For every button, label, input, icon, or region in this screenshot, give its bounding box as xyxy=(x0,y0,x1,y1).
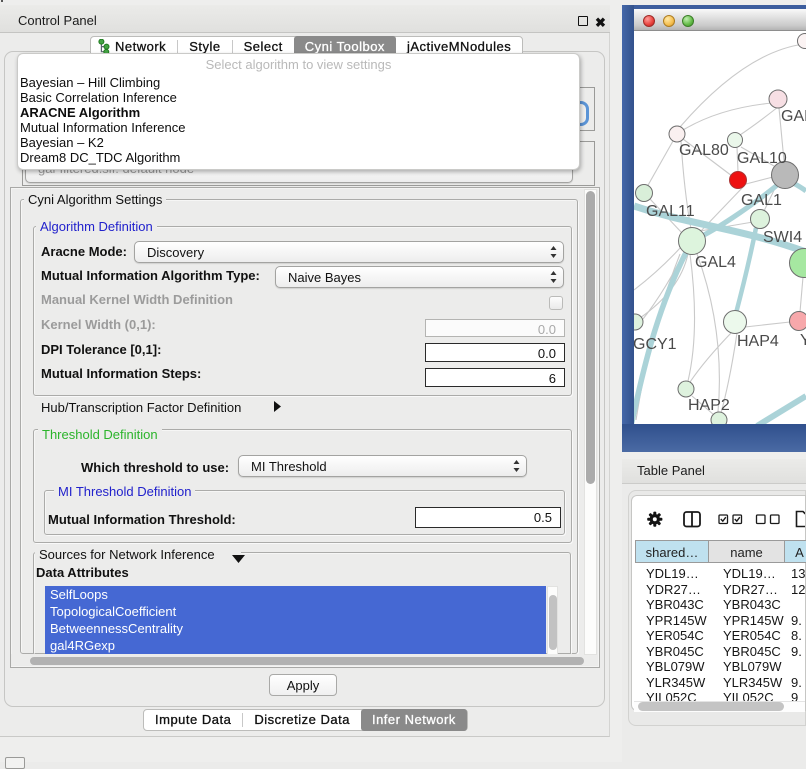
svg-text:SWI4: SWI4 xyxy=(763,229,802,246)
svg-text:GCY1: GCY1 xyxy=(634,336,677,353)
svg-text:HAP4: HAP4 xyxy=(737,333,779,350)
svg-text:GAL4: GAL4 xyxy=(695,254,736,271)
svg-text:YP: YP xyxy=(800,332,806,349)
svg-text:GAL11: GAL11 xyxy=(646,203,695,220)
svg-text:HAP2: HAP2 xyxy=(688,397,730,414)
svg-text:GAL1: GAL1 xyxy=(741,192,782,209)
svg-text:GAL2: GAL2 xyxy=(781,108,806,125)
svg-text:GAL80: GAL80 xyxy=(679,142,729,159)
svg-text:GAL10: GAL10 xyxy=(737,150,787,167)
